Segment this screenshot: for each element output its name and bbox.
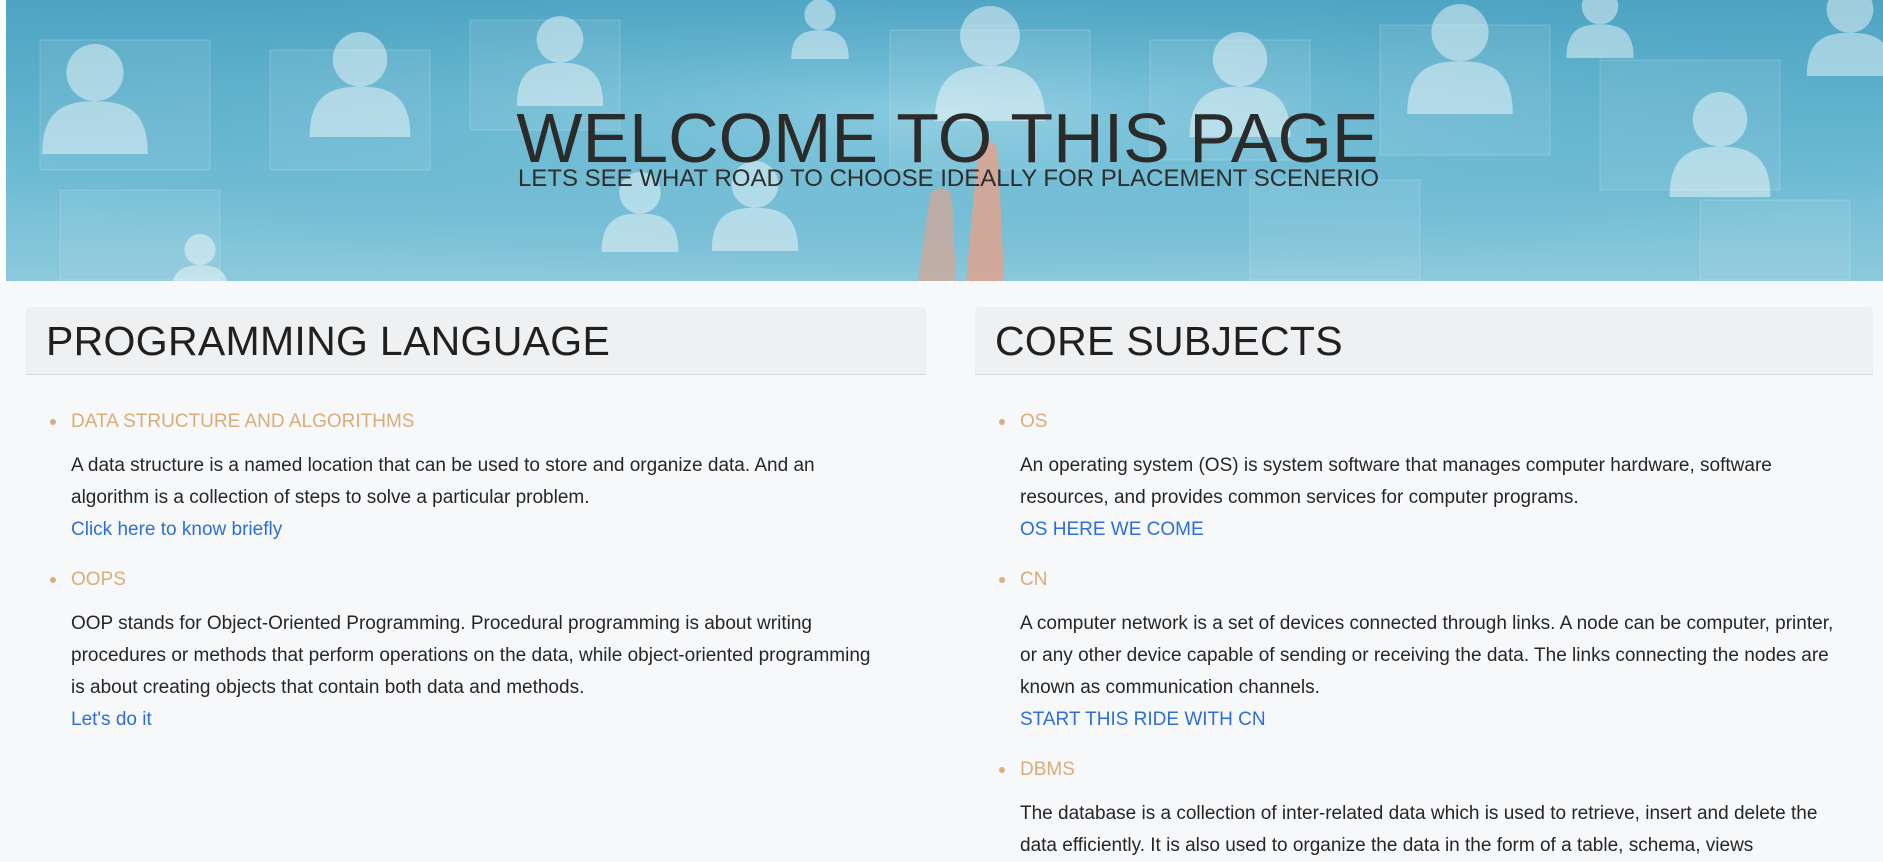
cn-link[interactable]: START THIS RIDE WITH CN xyxy=(1020,704,1266,736)
topic-list: OS An operating system (OS) is system so… xyxy=(975,408,1873,862)
topic-title: DBMS xyxy=(1020,759,1075,780)
topic-cn: CN A computer network is a set of device… xyxy=(999,566,1873,736)
panel-title-programming: PROGRAMMING LANGUAGE xyxy=(46,318,611,364)
os-link[interactable]: OS HERE WE COME xyxy=(1020,514,1204,546)
bullet-icon xyxy=(999,419,1005,425)
topic-dsa: DATA STRUCTURE AND ALGORITHMS A data str… xyxy=(50,408,926,546)
panel-header: PROGRAMMING LANGUAGE xyxy=(26,307,926,375)
page-subtitle: LETS SEE WHAT ROAD TO CHOOSE IDEALLY FOR… xyxy=(517,165,1380,192)
topic-title: OS xyxy=(1020,411,1048,432)
bullet-icon xyxy=(50,419,56,425)
hero-banner: WELCOME TO THIS PAGE LETS SEE WHAT ROAD … xyxy=(0,0,1883,281)
programming-language-panel: PROGRAMMING LANGUAGE DATA STRUCTURE AND … xyxy=(26,307,926,736)
topic-description: A computer network is a set of devices c… xyxy=(1020,613,1834,698)
dsa-link[interactable]: Click here to know briefly xyxy=(71,514,282,546)
panel-title-core: CORE SUBJECTS xyxy=(995,318,1343,364)
panel-header: CORE SUBJECTS xyxy=(975,307,1873,375)
topic-title: OOPS xyxy=(71,569,126,590)
topic-oops: OOPS OOP stands for Object-Oriented Prog… xyxy=(50,566,926,736)
topic-title: DATA STRUCTURE AND ALGORITHMS xyxy=(71,411,415,432)
topic-description: An operating system (OS) is system softw… xyxy=(1020,455,1772,508)
topic-dbms: DBMS The database is a collection of int… xyxy=(999,756,1873,862)
bullet-icon xyxy=(999,577,1005,583)
core-subjects-panel: CORE SUBJECTS OS An operating system (OS… xyxy=(975,307,1873,862)
oops-link[interactable]: Let's do it xyxy=(71,704,152,736)
topic-description: OOP stands for Object-Oriented Programmi… xyxy=(71,613,871,698)
bullet-icon xyxy=(999,767,1005,773)
bullet-icon xyxy=(50,577,56,583)
topic-description: The database is a collection of inter-re… xyxy=(1020,803,1818,856)
topic-description: A data structure is a named location tha… xyxy=(71,455,815,508)
topic-os: OS An operating system (OS) is system so… xyxy=(999,408,1873,546)
topic-title: CN xyxy=(1020,569,1048,590)
topic-list: DATA STRUCTURE AND ALGORITHMS A data str… xyxy=(26,408,926,736)
